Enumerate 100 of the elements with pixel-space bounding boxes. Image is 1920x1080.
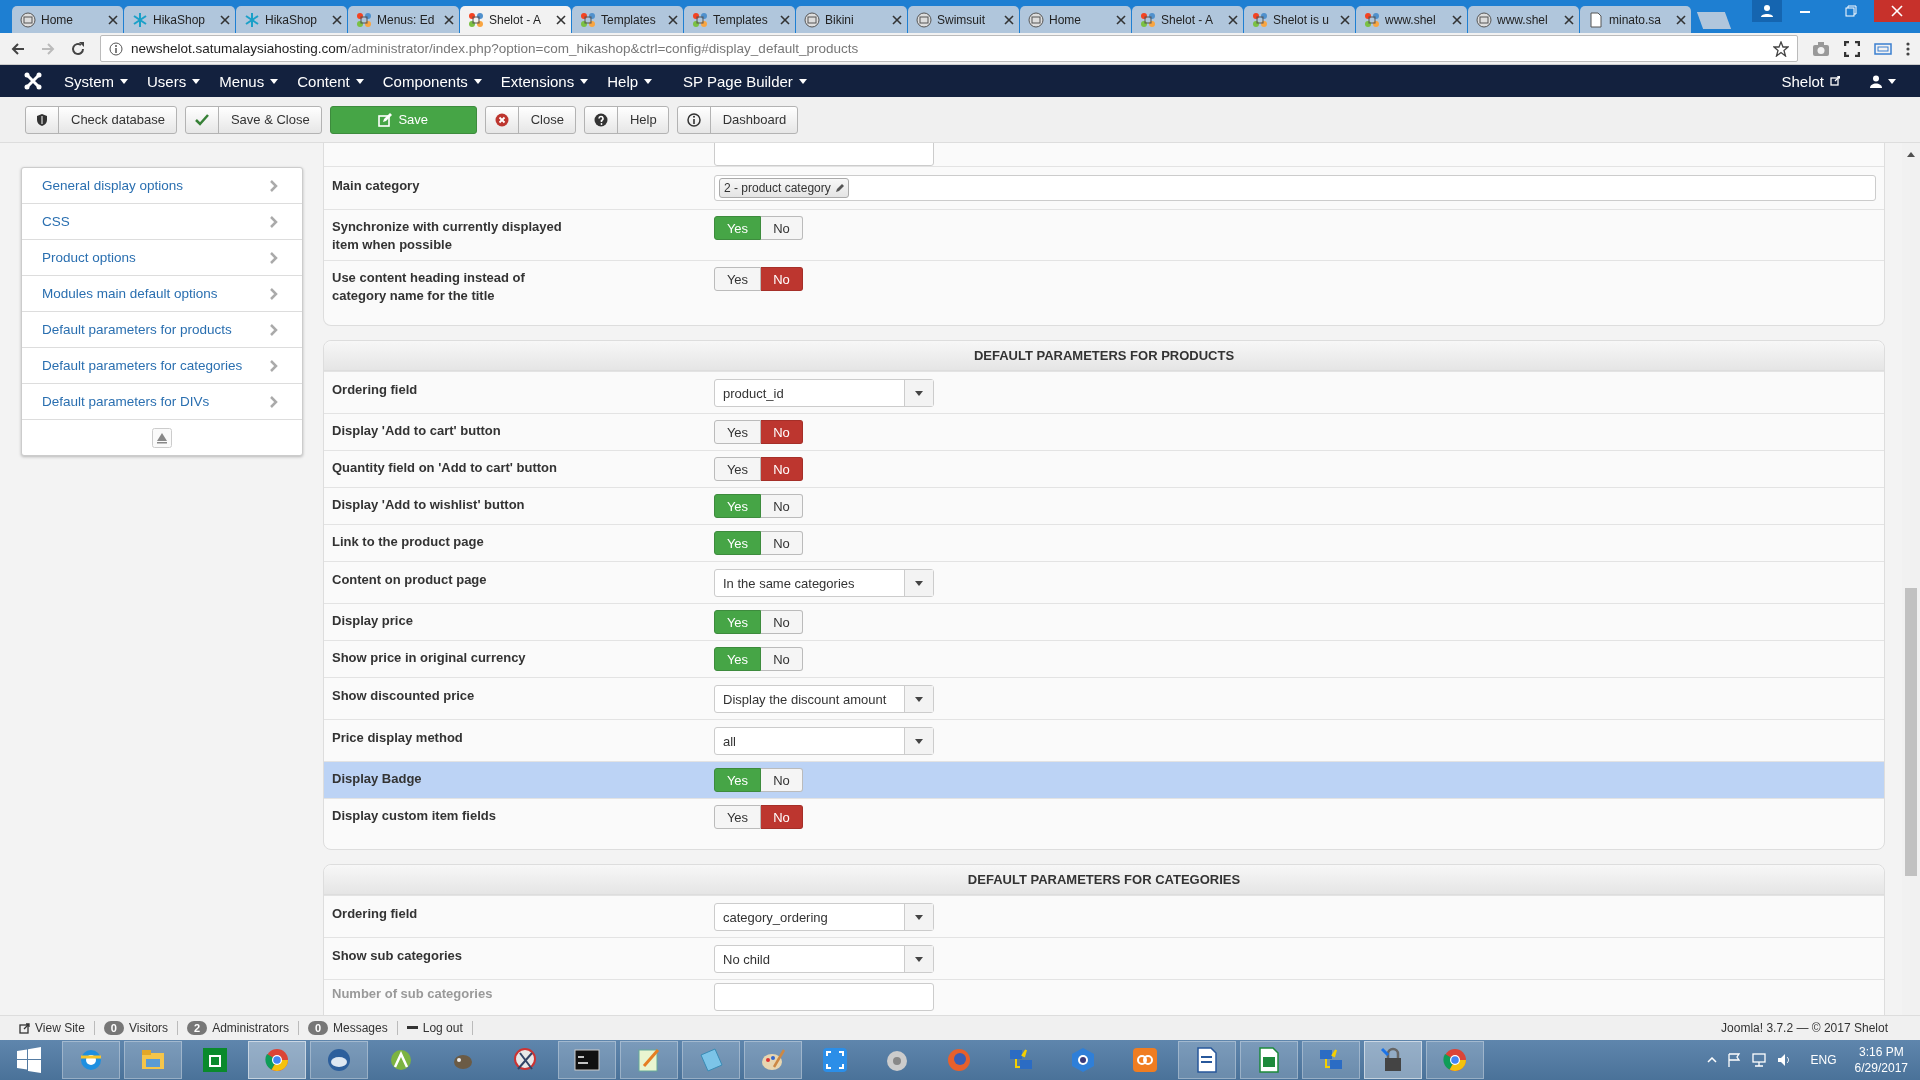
menu-item[interactable]: Content: [297, 72, 364, 90]
browser-tab[interactable]: HikaShop: [124, 6, 235, 33]
close-icon[interactable]: [1891, 5, 1903, 17]
select-field[interactable]: Display the discount amount: [714, 685, 934, 713]
back-icon[interactable]: [10, 40, 26, 57]
toolbar-button[interactable]: Close: [484, 105, 576, 134]
status-link[interactable]: Messages: [333, 1021, 388, 1035]
sidebar-link[interactable]: CSS: [22, 204, 302, 240]
logout-link[interactable]: Log out: [406, 1021, 463, 1035]
browser-tab[interactable]: Home: [1020, 6, 1131, 33]
app-tile-icon[interactable]: [1132, 1047, 1158, 1073]
network-icon[interactable]: [1750, 1053, 1767, 1067]
toggle-option[interactable]: No: [761, 531, 803, 555]
toggle-option[interactable]: Yes: [714, 457, 761, 481]
menu-item[interactable]: System: [64, 72, 128, 90]
store-icon[interactable]: [202, 1047, 228, 1073]
toggle-option[interactable]: No: [761, 267, 803, 291]
select-field[interactable]: all: [714, 727, 934, 755]
browser-tab[interactable]: Swimsuit: [908, 6, 1019, 33]
browser-tab[interactable]: Templates: [684, 6, 795, 33]
toggle-option[interactable]: Yes: [714, 267, 761, 291]
browser-icon[interactable]: [78, 1047, 104, 1073]
browser-tab[interactable]: Shelot is u: [1244, 6, 1355, 33]
sidebar-link[interactable]: Default parameters for products: [22, 312, 302, 348]
language-indicator[interactable]: ENG: [1810, 1053, 1837, 1067]
toolbar-button[interactable]: Help: [583, 105, 669, 134]
browser-tab[interactable]: HikaShop: [236, 6, 347, 33]
browser-tab[interactable]: Shelot - A: [460, 6, 571, 33]
toggle-option[interactable]: No: [761, 420, 803, 444]
sidebar-link[interactable]: Product options: [22, 240, 302, 276]
toggle-option[interactable]: Yes: [714, 805, 761, 829]
browser-tab[interactable]: www.shel: [1356, 6, 1467, 33]
star-icon[interactable]: [1773, 40, 1789, 57]
notepad-plus-icon[interactable]: [636, 1047, 662, 1073]
menu-item[interactable]: Components: [382, 72, 482, 90]
status-link[interactable]: Visitors: [128, 1021, 169, 1035]
toggle-option[interactable]: No: [761, 457, 803, 481]
clock[interactable]: 3:16 PM 6/29/2017: [1854, 1044, 1908, 1076]
toggle-option[interactable]: Yes: [714, 420, 761, 444]
capture-icon[interactable]: [822, 1047, 848, 1073]
menu-item[interactable]: Help: [607, 72, 653, 90]
browser-tab[interactable]: Shelot - A: [1132, 6, 1243, 33]
toolbar-button[interactable]: Check database: [25, 105, 177, 134]
menu-item[interactable]: Extensions: [500, 72, 589, 90]
toggle-option[interactable]: No: [761, 647, 803, 671]
browser-tab[interactable]: Bikini: [796, 6, 907, 33]
view-site-link[interactable]: View Site: [19, 1021, 85, 1035]
status-link[interactable]: Administrators: [212, 1021, 289, 1035]
toolbar-button[interactable]: Save & Close: [184, 105, 322, 134]
chevron-up-icon[interactable]: [1706, 1057, 1717, 1063]
browser-tab[interactable]: Templates: [572, 6, 683, 33]
restore-icon[interactable]: [1845, 5, 1857, 17]
speaker-icon[interactable]: [1776, 1053, 1791, 1067]
site-link[interactable]: Shelot: [1781, 72, 1840, 90]
toggle-option[interactable]: No: [761, 805, 803, 829]
sidebar-link[interactable]: Modules main default options: [22, 276, 302, 312]
browser-tab[interactable]: Home: [12, 6, 123, 33]
menu-item[interactable]: Menus: [219, 72, 279, 90]
user-icon[interactable]: [1760, 4, 1774, 18]
sidebar-link[interactable]: Default parameters for categories: [22, 348, 302, 384]
browser-tab[interactable]: Menus: Ed: [348, 6, 459, 33]
category-field[interactable]: 2 - product category: [714, 175, 1876, 201]
sidebar-link[interactable]: General display options: [22, 168, 302, 204]
browser-tab[interactable]: www.shel: [1468, 6, 1579, 33]
camera-icon[interactable]: [1812, 40, 1830, 57]
terminal-icon[interactable]: [574, 1047, 600, 1073]
select-field[interactable]: category_ordering: [714, 903, 934, 931]
document-icon[interactable]: [1194, 1047, 1220, 1073]
browser-tab[interactable]: minato.sa: [1580, 6, 1691, 33]
chrome-icon[interactable]: [264, 1047, 290, 1073]
scissors-icon[interactable]: [512, 1047, 538, 1073]
toggle-option[interactable]: No: [761, 610, 803, 634]
spreadsheet-icon[interactable]: [1256, 1047, 1282, 1073]
toggle-option[interactable]: No: [761, 768, 803, 792]
select-field[interactable]: [714, 143, 934, 166]
select-field[interactable]: [714, 983, 934, 1011]
menu-item[interactable]: SP Page Builder: [683, 72, 807, 90]
select-field[interactable]: No child: [714, 945, 934, 973]
collapse-icon[interactable]: [152, 427, 172, 448]
toolbar-button[interactable]: Dashboard: [676, 105, 799, 134]
sidebar-link[interactable]: Default parameters for DIVs: [22, 384, 302, 420]
android-icon[interactable]: [388, 1047, 414, 1073]
user-menu[interactable]: [1870, 74, 1896, 88]
chrome-icon[interactable]: [1442, 1047, 1468, 1073]
joomla-logo-icon[interactable]: [24, 72, 42, 90]
palette-icon[interactable]: [760, 1047, 786, 1073]
fullscreen-icon[interactable]: [1844, 40, 1860, 57]
select-field[interactable]: In the same categories: [714, 569, 934, 597]
window-icon[interactable]: [1874, 40, 1892, 57]
windows-logo-icon[interactable]: [16, 1047, 42, 1073]
flag-icon[interactable]: [1726, 1053, 1741, 1067]
new-tab-button[interactable]: [1696, 12, 1732, 29]
category-tag[interactable]: 2 - product category: [719, 178, 849, 198]
menu-item[interactable]: Users: [147, 72, 201, 90]
toggle-option[interactable]: No: [761, 494, 803, 518]
select-field[interactable]: product_id: [714, 379, 934, 407]
hexagon-icon[interactable]: [1070, 1047, 1096, 1073]
more-icon[interactable]: [1906, 40, 1910, 57]
toggle-option[interactable]: No: [761, 216, 803, 240]
address-field[interactable]: newshelot.satumalaysiahosting.com/administrator/index.php?option=com_hikashop&ctrl=config#display_default_products: [100, 35, 1798, 62]
